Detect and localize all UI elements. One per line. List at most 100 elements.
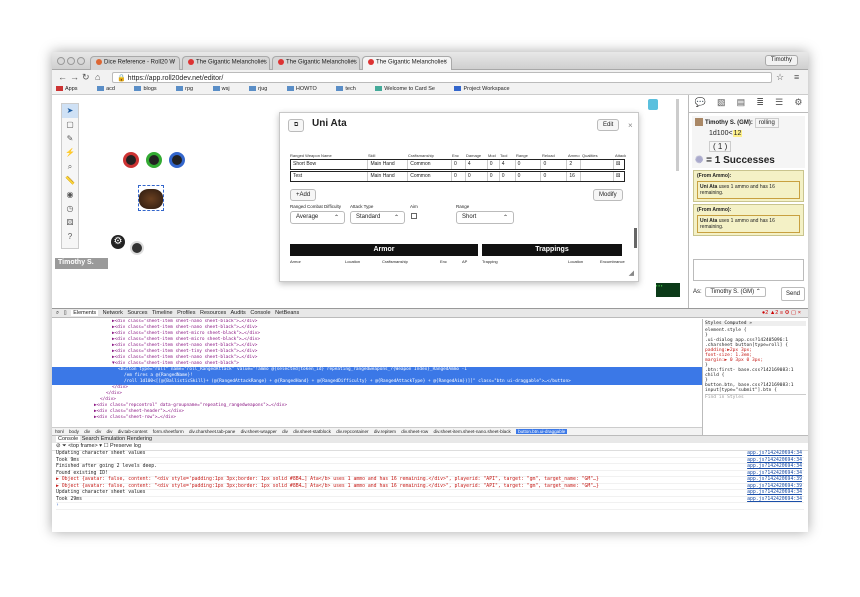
- breadcrumb-item[interactable]: div: [282, 429, 288, 434]
- bookmark-wsj[interactable]: wsj: [212, 86, 239, 92]
- ammo-input[interactable]: 16: [567, 172, 582, 181]
- edit-button[interactable]: Edit: [597, 119, 620, 131]
- dom-node[interactable]: ▶<div class="sheet-row">…</div>: [52, 415, 702, 421]
- bookmark-apps[interactable]: Apps: [56, 86, 87, 92]
- tab-network[interactable]: Network: [103, 310, 123, 316]
- menu-icon[interactable]: ≡: [794, 72, 799, 82]
- chat-input[interactable]: [693, 259, 804, 281]
- compendium-icon[interactable]: ≣: [756, 97, 764, 109]
- resize-handle-icon[interactable]: ◢: [629, 269, 634, 277]
- zoom-slider[interactable]: [676, 99, 679, 171]
- breadcrumb-item[interactable]: div: [107, 429, 113, 434]
- breadcrumb-item[interactable]: html: [55, 429, 64, 434]
- browser-tab-melancholies-2[interactable]: The Gigantic Melancholies ×: [272, 56, 360, 70]
- preserve-log-checkbox[interactable]: ☐: [104, 443, 109, 449]
- token-status-red[interactable]: [123, 152, 139, 168]
- close-tab-icon[interactable]: ×: [171, 59, 175, 65]
- bookmark-acd[interactable]: acd: [97, 86, 124, 92]
- breadcrumb-item[interactable]: div.sheet-item.sheet-nano.sheet-black: [434, 429, 511, 434]
- fog-tool-icon[interactable]: ◉: [62, 188, 78, 202]
- send-button[interactable]: Send: [780, 287, 805, 301]
- list-icon[interactable]: ☰: [775, 97, 783, 109]
- close-tab-icon[interactable]: ×: [261, 59, 265, 65]
- selected-token[interactable]: [138, 185, 164, 211]
- layers-tool-icon[interactable]: ▢: [62, 118, 78, 132]
- tab-sources[interactable]: Sources: [127, 310, 147, 316]
- aim-checkbox[interactable]: [411, 213, 417, 219]
- browser-tab-melancholies-1[interactable]: The Gigantic Melancholies ×: [182, 56, 270, 70]
- skill-select[interactable]: Main Hand: [368, 172, 409, 181]
- device-icon[interactable]: ▯: [64, 310, 67, 316]
- weapon-name-input[interactable]: Test: [291, 172, 369, 181]
- draw-tool-icon[interactable]: ✎: [62, 132, 78, 146]
- range-input[interactable]: 0: [516, 172, 542, 181]
- help-icon[interactable]: ?: [62, 230, 78, 244]
- close-tab-icon[interactable]: ×: [443, 59, 447, 65]
- bookmark-card-service[interactable]: Welcome to Card Se: [375, 86, 444, 92]
- browser-tab-dice-reference[interactable]: Dice Reference - Roll20 W ×: [90, 56, 180, 70]
- bookmark-tech[interactable]: tech: [336, 86, 364, 92]
- range-select[interactable]: Short ⌃: [456, 211, 514, 224]
- bookmark-rjug[interactable]: rjug: [249, 86, 276, 92]
- bookmark-blogs[interactable]: blogs: [134, 86, 165, 92]
- attack-dice-icon[interactable]: ⚄: [614, 172, 624, 181]
- close-icon[interactable]: ×: [628, 121, 633, 130]
- chat-icon[interactable]: 💬: [695, 97, 706, 109]
- tab-timeline[interactable]: Timeline: [152, 310, 173, 316]
- clear-console-icon[interactable]: ⊘: [56, 443, 61, 449]
- reload-input[interactable]: 0: [541, 160, 568, 169]
- settings-gear-icon[interactable]: ⚙: [794, 97, 802, 109]
- token-status-blue[interactable]: [169, 152, 185, 168]
- modify-button[interactable]: Modify: [593, 189, 623, 201]
- breadcrumb-item[interactable]: form.sheetform: [153, 429, 184, 434]
- attack-type-select[interactable]: Standard ⌃: [350, 211, 405, 224]
- star-icon[interactable]: ☆: [776, 72, 784, 83]
- bookmark-rpg[interactable]: rpg: [176, 86, 202, 92]
- frame-select[interactable]: <top frame>: [68, 443, 98, 449]
- close-window-icon[interactable]: [57, 57, 65, 65]
- gear-icon[interactable]: ⚙: [111, 235, 125, 249]
- styles-tabs[interactable]: Styles Computed »: [705, 321, 806, 326]
- tab-profiles[interactable]: Profiles: [177, 310, 195, 316]
- tab-search[interactable]: Search: [82, 436, 99, 442]
- tab-emulation[interactable]: Emulation: [101, 436, 125, 442]
- sheet-menu-icon[interactable]: ⧉: [288, 119, 305, 132]
- reload-input[interactable]: 0: [541, 172, 568, 181]
- ammo-input[interactable]: 2: [567, 160, 582, 169]
- turn-tracker-icon[interactable]: ◷: [62, 202, 78, 216]
- range-input[interactable]: 0: [516, 160, 542, 169]
- speaking-as-select[interactable]: Timothy S. (GM) ⌃: [705, 287, 766, 297]
- token-status-green[interactable]: [146, 152, 162, 168]
- browser-tab-melancholies-active[interactable]: The Gigantic Melancholies ×: [362, 56, 452, 70]
- filter-icon[interactable]: ⏷: [62, 443, 66, 449]
- ruler-tool-icon[interactable]: 📏: [62, 174, 78, 188]
- dice-tool-icon[interactable]: ⚄: [62, 216, 78, 230]
- tool-input[interactable]: 4: [500, 160, 516, 169]
- qualities-input[interactable]: [581, 160, 615, 169]
- breadcrumb-item[interactable]: div.sheet-wrapper: [241, 429, 277, 434]
- url-field[interactable]: 🔒 https://app.roll20dev.net/editor/: [112, 72, 772, 83]
- craftsmanship-select[interactable]: Common: [408, 172, 452, 181]
- tab-resources[interactable]: Resources: [200, 310, 226, 316]
- inspect-icon[interactable]: ⌕: [56, 310, 59, 316]
- minimize-window-icon[interactable]: [67, 57, 75, 65]
- journal-icon[interactable]: ▤: [737, 97, 746, 109]
- error-count-icon[interactable]: ●2 ▲2 ≡ ⚙ ▢ ×: [762, 310, 801, 316]
- breadcrumb-item[interactable]: div.repitem: [374, 429, 396, 434]
- tab-console[interactable]: Console: [250, 310, 270, 316]
- page-icon[interactable]: [648, 99, 658, 110]
- home-icon[interactable]: ⌂: [95, 72, 100, 82]
- close-tab-icon[interactable]: ×: [351, 59, 355, 65]
- zoom-tool-icon[interactable]: ⌕: [62, 160, 78, 174]
- bookmark-howto[interactable]: HOWTO: [286, 86, 326, 92]
- skill-select[interactable]: Main Hand: [368, 160, 409, 169]
- qualities-input[interactable]: [581, 172, 615, 181]
- breadcrumb-item[interactable]: div.sheet-statblock: [293, 429, 331, 434]
- damage-input[interactable]: 0: [466, 172, 488, 181]
- tab-rendering[interactable]: Rendering: [127, 436, 152, 442]
- mod-input[interactable]: 0: [488, 160, 500, 169]
- weapon-name-input[interactable]: Short Bow: [291, 160, 369, 169]
- attack-dice-icon[interactable]: ⚄: [614, 160, 624, 169]
- craftsmanship-select[interactable]: Common: [408, 160, 452, 169]
- breadcrumb-item[interactable]: div.charsheet.tab-pane: [189, 429, 235, 434]
